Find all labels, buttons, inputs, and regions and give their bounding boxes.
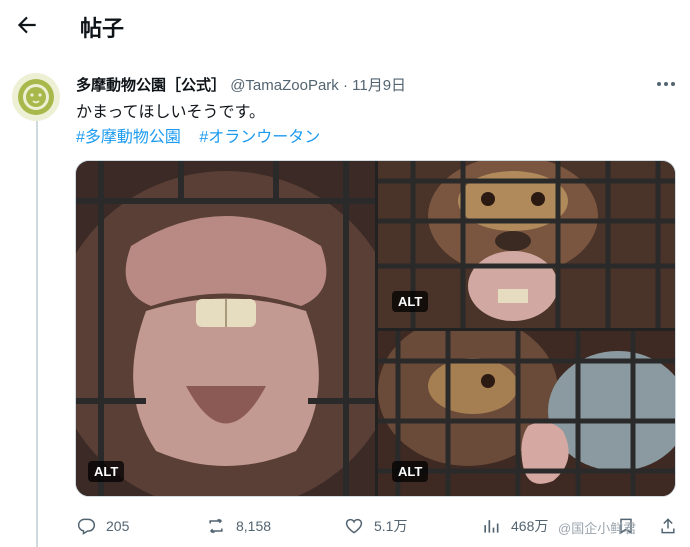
alt-badge[interactable]: ALT: [392, 461, 429, 482]
views-button[interactable]: 468万: [481, 514, 548, 538]
author-handle[interactable]: @TamaZooPark: [230, 77, 339, 94]
heart-icon: [345, 518, 363, 534]
share-icon: [661, 518, 675, 534]
repost-button[interactable]: 8,158: [206, 514, 271, 538]
more-options-icon[interactable]: [652, 74, 680, 94]
author-name[interactable]: 多摩動物公園［公式］: [76, 77, 226, 94]
reply-button[interactable]: 205: [76, 514, 129, 538]
top-bar: 帖子: [0, 0, 690, 52]
like-button[interactable]: 5.1万: [344, 514, 407, 538]
media-image-side[interactable]: ALT: [378, 331, 675, 496]
media-image-face[interactable]: ALT: [378, 161, 675, 328]
post-date[interactable]: 11月9日: [352, 77, 406, 94]
separator-dot: ·: [342, 77, 348, 94]
thread-line: [36, 112, 38, 547]
watermark: @国企小鲜君: [558, 521, 637, 536]
media-grid: ALT ALT ALT: [75, 160, 676, 497]
view-count: 468万: [511, 518, 549, 534]
repost-count: 8,158: [236, 518, 272, 534]
media-image-lips[interactable]: ALT: [76, 161, 375, 496]
back-arrow-icon[interactable]: [14, 12, 40, 38]
post-text: かまってほしいそうです。: [76, 104, 265, 121]
hashtag-list: #多摩動物公園 #オランウータン: [76, 123, 334, 147]
lion-logo-icon: [12, 73, 60, 121]
hashtag-link[interactable]: #オランウータン: [199, 129, 320, 146]
alt-badge[interactable]: ALT: [88, 461, 125, 482]
hashtag-link[interactable]: #多摩動物公園: [76, 129, 181, 146]
alt-badge[interactable]: ALT: [392, 291, 429, 312]
reply-count: 205: [106, 518, 130, 534]
reply-icon: [77, 518, 96, 535]
views-chart-icon: [484, 520, 499, 533]
post-meta: 多摩動物公園［公式］ @TamaZooPark · 11月9日: [76, 74, 406, 95]
repost-icon: [209, 518, 223, 534]
like-count: 5.1万: [374, 518, 408, 534]
page-title: 帖子: [80, 16, 125, 41]
share-button[interactable]: [658, 514, 688, 538]
avatar[interactable]: [12, 73, 60, 121]
